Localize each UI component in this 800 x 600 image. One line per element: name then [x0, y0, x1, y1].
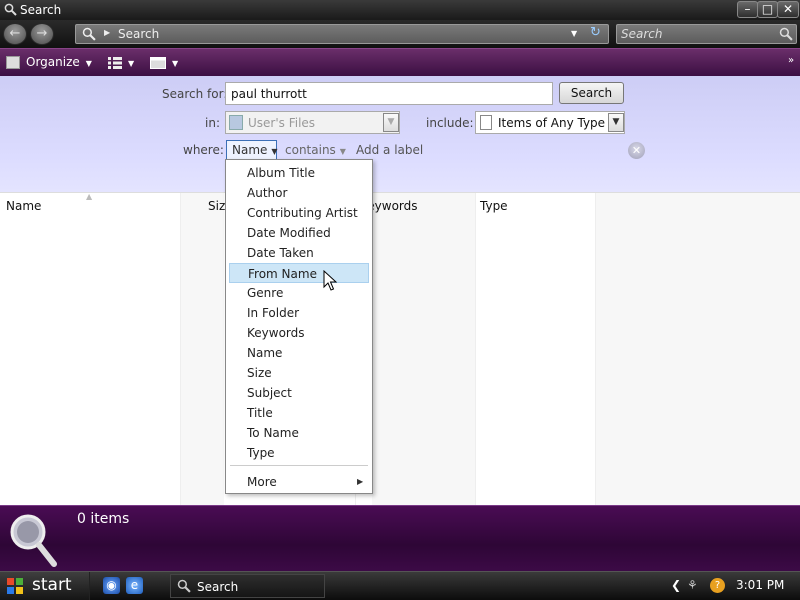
menu-item-date-taken[interactable]: Date Taken: [229, 243, 369, 263]
tray-expand-icon[interactable]: ❮: [671, 578, 681, 592]
details-pane: 0 items: [0, 505, 800, 571]
menu-item-keywords[interactable]: Keywords: [229, 323, 369, 343]
organize-label: Organize: [26, 55, 80, 69]
breadcrumb-search[interactable]: Search: [118, 27, 159, 41]
start-label: start: [32, 575, 72, 595]
search-icon: [4, 3, 17, 16]
clock[interactable]: 3:01 PM: [736, 578, 784, 592]
taskbar-button-search[interactable]: Search: [170, 574, 325, 598]
column-shade: [372, 193, 476, 506]
views-icon: [108, 56, 122, 69]
mouse-pointer-icon: [323, 270, 337, 291]
organize-icon: [6, 56, 20, 69]
property-select[interactable]: Name ▼: [226, 140, 278, 160]
search-input[interactable]: [621, 26, 771, 42]
operator-value: contains: [285, 143, 336, 157]
menu-item-to-name[interactable]: To Name: [229, 423, 369, 443]
window-title: Search: [20, 3, 62, 17]
back-button[interactable]: ←: [3, 23, 27, 45]
property-value: Name: [232, 143, 268, 157]
search-for-label: Search for:: [162, 87, 228, 101]
maximize-button[interactable]: □: [757, 1, 778, 18]
search-button[interactable]: Search: [559, 82, 624, 104]
address-bar[interactable]: ▶ Search ▼ ↻: [75, 24, 609, 44]
help-icon[interactable]: ?: [710, 578, 725, 593]
navigation-bar: ← → ▶ Search ▼ ↻: [0, 20, 800, 48]
menu-item-from-name[interactable]: From Name: [229, 263, 369, 283]
close-button[interactable]: ✕: [777, 1, 799, 18]
sort-indicator-icon: ▲: [86, 192, 93, 201]
menu-item-title[interactable]: Title: [229, 403, 369, 423]
column-divider[interactable]: [180, 193, 181, 506]
organize-button[interactable]: Organize ▼: [6, 55, 92, 69]
forward-button[interactable]: →: [30, 23, 54, 45]
menu-item-more[interactable]: More: [229, 472, 369, 492]
chevron-down-icon[interactable]: ▼: [608, 113, 624, 132]
chevron-down-icon: ▼: [128, 59, 135, 68]
column-shade: [595, 193, 800, 506]
property-dropdown-menu: Album Title Author Contributing Artist D…: [225, 159, 373, 494]
chevron-down-icon: ▼: [271, 147, 278, 156]
command-toolbar: Organize ▼ ▼ ▼ »: [0, 48, 800, 76]
add-label-field[interactable]: Add a label: [356, 143, 423, 157]
close-icon[interactable]: ✕: [628, 142, 645, 159]
toolbar-overflow-button[interactable]: »: [788, 55, 794, 66]
document-icon: [480, 115, 492, 130]
advanced-search-pane: Search for: Search in: User's Files ▼ in…: [0, 76, 800, 192]
search-for-input[interactable]: [225, 82, 553, 105]
include-select[interactable]: Items of Any Type ▼: [475, 111, 625, 134]
search-box[interactable]: [616, 24, 797, 44]
menu-item-author[interactable]: Author: [229, 183, 369, 203]
title-bar: Search – □ ✕: [0, 0, 800, 20]
include-value: Items of Any Type: [498, 116, 606, 130]
column-header-name[interactable]: Name: [6, 199, 41, 213]
column-divider[interactable]: [595, 193, 596, 506]
column-divider[interactable]: [475, 193, 476, 506]
network-icon[interactable]: ⚘: [687, 578, 698, 592]
quicklaunch-desktop-icon[interactable]: ◉: [103, 577, 120, 594]
menu-item-genre[interactable]: Genre: [229, 283, 369, 303]
menu-item-subject[interactable]: Subject: [229, 383, 369, 403]
menu-item-date-modified[interactable]: Date Modified: [229, 223, 369, 243]
menu-item-name[interactable]: Name: [229, 343, 369, 363]
folder-icon: [229, 115, 243, 130]
column-header-type[interactable]: Type: [480, 199, 508, 213]
start-button[interactable]: start: [0, 572, 90, 600]
menu-item-album-title[interactable]: Album Title: [229, 163, 369, 183]
menu-item-contributing-artist[interactable]: Contributing Artist: [229, 203, 369, 223]
search-icon: [10, 514, 57, 567]
file-list: ▲ Name Size Keywords Type: [0, 192, 800, 506]
item-count: 0 items: [77, 511, 130, 527]
refresh-icon[interactable]: ↻: [590, 25, 601, 40]
column-shade: [180, 193, 224, 506]
breadcrumb-chevron-icon[interactable]: ▶: [104, 28, 110, 37]
search-icon: [177, 579, 191, 593]
address-dropdown-icon[interactable]: ▼: [571, 29, 577, 38]
include-label: include:: [426, 116, 474, 130]
menu-item-type[interactable]: Type: [229, 443, 369, 463]
views-button[interactable]: ▼: [108, 55, 134, 69]
where-label: where:: [183, 143, 224, 157]
taskbar: start ◉ e Search ❮ ⚘ ? 3:01 PM: [0, 571, 800, 600]
chevron-down-icon: ▼: [172, 59, 179, 68]
menu-item-size[interactable]: Size: [229, 363, 369, 383]
taskbar-button-label: Search: [197, 580, 239, 594]
location-select[interactable]: User's Files ▼: [225, 111, 400, 134]
minimize-button[interactable]: –: [737, 1, 758, 18]
menu-item-in-folder[interactable]: In Folder: [229, 303, 369, 323]
layout-button[interactable]: ▼: [150, 55, 178, 69]
operator-select[interactable]: contains ▼: [285, 143, 346, 157]
chevron-down-icon: ▼: [85, 59, 92, 68]
chevron-down-icon[interactable]: ▼: [383, 113, 399, 132]
internet-explorer-icon[interactable]: e: [126, 577, 143, 594]
search-icon[interactable]: [779, 27, 793, 41]
location-value: User's Files: [248, 116, 316, 130]
in-label: in:: [205, 116, 220, 130]
chevron-right-icon: ▶: [357, 477, 364, 486]
menu-separator: [230, 465, 368, 466]
search-icon: [82, 27, 96, 41]
chevron-down-icon: ▼: [339, 147, 346, 156]
windows-logo-icon: [7, 578, 23, 594]
layout-icon: [150, 56, 166, 69]
